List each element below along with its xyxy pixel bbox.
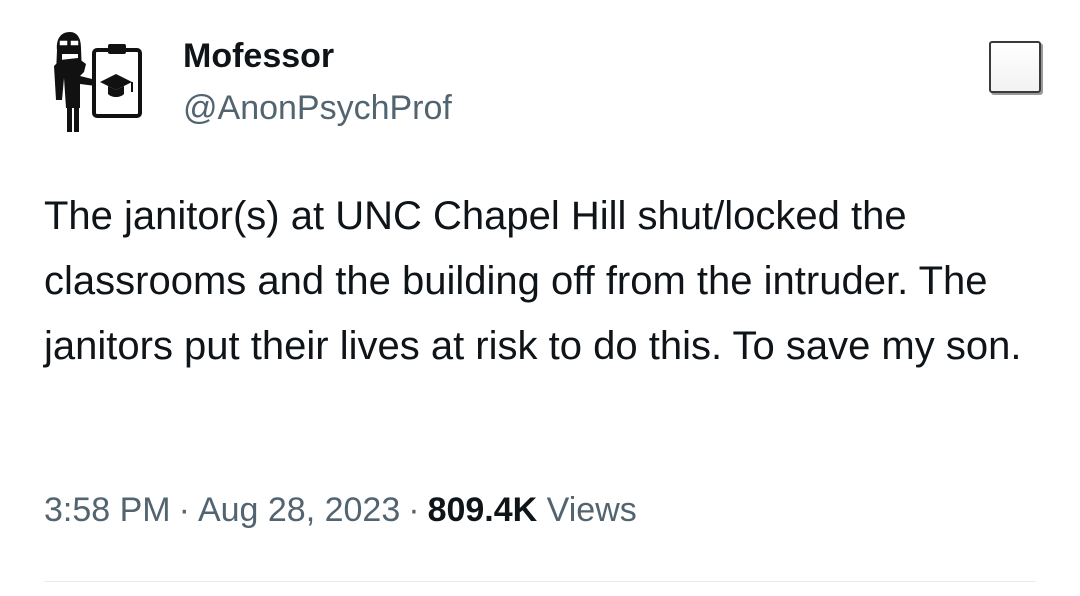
tweet-time[interactable]: 3:58 PM	[44, 491, 171, 529]
professor-with-clipboard-icon	[54, 32, 142, 132]
tweet-meta: 3:58 PM · Aug 28, 2023 · 809.4K Views	[44, 488, 637, 532]
separator: ·	[178, 491, 190, 529]
more-options-button[interactable]	[989, 41, 1041, 93]
divider	[44, 581, 1036, 582]
tweet-text: The janitor(s) at UNC Chapel Hill shut/l…	[44, 194, 1022, 368]
tweet-date[interactable]: Aug 28, 2023	[198, 491, 400, 529]
author-handle[interactable]: @AnonPsychProf	[183, 88, 452, 128]
avatar[interactable]	[50, 30, 146, 134]
separator: ·	[408, 491, 420, 529]
author-name[interactable]: Mofessor	[183, 36, 334, 76]
tweet: Mofessor @AnonPsychProf The janitor(s) a…	[0, 0, 1080, 596]
views-count[interactable]: 809.4K	[428, 491, 538, 529]
views-label[interactable]: Views	[547, 491, 637, 529]
